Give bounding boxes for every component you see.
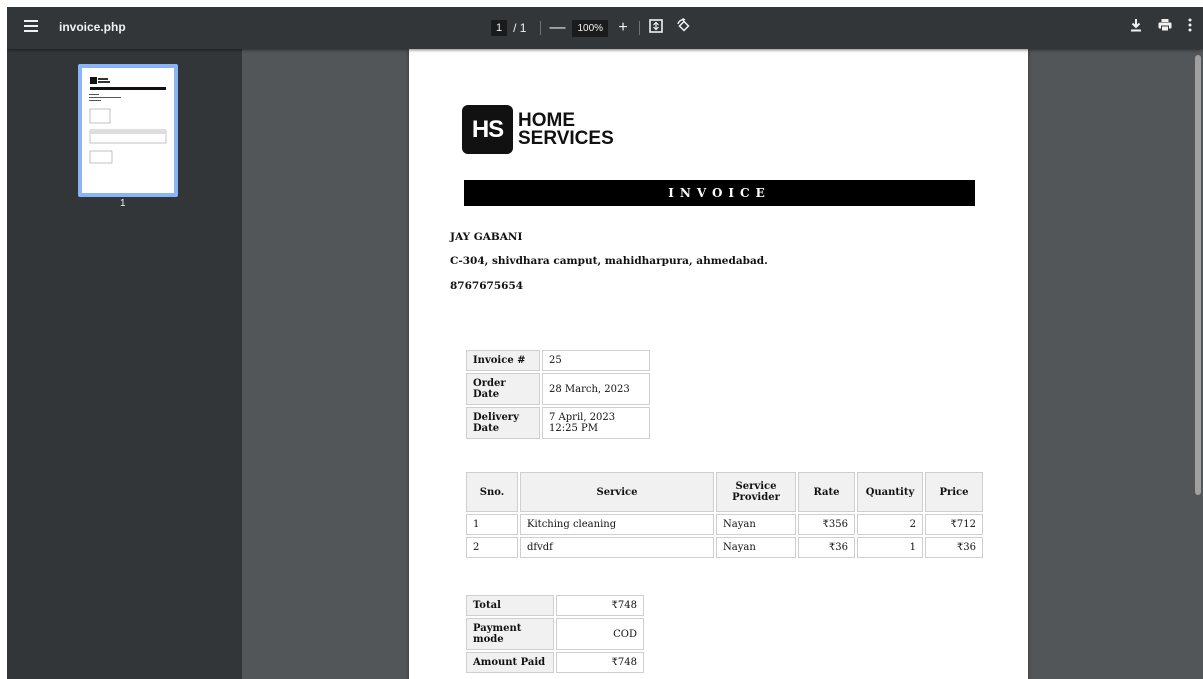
fit-page-icon[interactable] [648, 19, 664, 37]
invoice-meta-table: Invoice # 25 Order Date 28 March, 2023 D… [464, 348, 652, 441]
col-price: Price [925, 472, 983, 512]
delivery-date-value: 7 April, 2023 12:25 PM [542, 407, 650, 439]
table-row: Invoice # 25 [466, 350, 650, 371]
logo-wordmark: HOME SERVICES [518, 109, 614, 149]
invoice-heading: INVOICE [464, 180, 975, 206]
customer-name: JAY GABANI [450, 231, 523, 243]
cell-sno: 1 [466, 514, 518, 535]
cell-provider: Nayan [716, 514, 796, 535]
total-value: ₹748 [556, 595, 644, 616]
zoom-level-input[interactable]: 100% [572, 19, 609, 37]
cell-sno: 2 [466, 537, 518, 558]
payment-mode-value: COD [556, 618, 644, 650]
invoice-number-value: 25 [542, 350, 650, 371]
invoice-page: HS HOME SERVICES INVOICE JAY GABANI C-30… [409, 49, 1028, 679]
page-thumbnail[interactable] [78, 64, 178, 197]
page-total: / 1 [513, 21, 527, 35]
col-service: Service [520, 472, 714, 512]
menu-icon[interactable] [24, 20, 38, 32]
zoom-out-button[interactable]: — [549, 20, 565, 36]
col-sno: Sno. [466, 472, 518, 512]
table-row: Delivery Date 7 April, 2023 12:25 PM [466, 407, 650, 439]
logo-mark: HS [462, 105, 513, 154]
toolbar-divider [540, 21, 542, 35]
amount-paid-value: ₹748 [556, 652, 644, 673]
amount-paid-label: Amount Paid [466, 652, 554, 673]
download-icon[interactable] [1130, 18, 1142, 32]
thumbnail-page-number: 1 [120, 198, 126, 209]
invoice-number-label: Invoice # [466, 350, 540, 371]
page-number-input[interactable]: 1 [491, 20, 508, 36]
col-provider: Service Provider [716, 472, 796, 512]
cell-service: Kitching cleaning [520, 514, 714, 535]
toolbar-divider [639, 21, 641, 35]
order-date-value: 28 March, 2023 [542, 373, 650, 405]
logo-line-2: SERVICES [518, 127, 614, 149]
pdf-viewer: invoice.php 1 / 1 — 100% + 1 HS HOME SER… [7, 7, 1203, 679]
table-row: Total ₹748 [466, 595, 644, 616]
viewer-toolbar: invoice.php 1 / 1 — 100% + [7, 7, 1203, 49]
cell-provider: Nayan [716, 537, 796, 558]
toolbar-center-controls: 1 / 1 — 100% + [491, 17, 692, 38]
cell-quantity: 1 [857, 537, 923, 558]
scrollbar-thumb[interactable] [1195, 55, 1201, 495]
document-title: invoice.php [59, 20, 126, 34]
items-table: Sno. Service Service Provider Rate Quant… [464, 470, 985, 560]
totals-table: Total ₹748 Payment mode COD Amount Paid … [464, 593, 646, 675]
col-rate: Rate [798, 472, 855, 512]
thumbnail-sidebar: 1 [7, 49, 242, 679]
more-options-icon[interactable] [1188, 18, 1192, 32]
company-logo: HS HOME SERVICES [462, 105, 614, 154]
customer-address: C-304, shivdhara camput, mahidharpura, a… [450, 255, 768, 267]
table-header-row: Sno. Service Service Provider Rate Quant… [466, 472, 983, 512]
cell-rate: ₹356 [798, 514, 855, 535]
table-row: Order Date 28 March, 2023 [466, 373, 650, 405]
total-label: Total [466, 595, 554, 616]
payment-mode-label: Payment mode [466, 618, 554, 650]
vertical-scrollbar[interactable] [1194, 49, 1203, 679]
cell-rate: ₹36 [798, 537, 855, 558]
table-row: 1 Kitching cleaning Nayan ₹356 2 ₹712 [466, 514, 983, 535]
cell-quantity: 2 [857, 514, 923, 535]
print-icon[interactable] [1158, 18, 1172, 32]
logo-line-1: HOME [518, 109, 575, 131]
order-date-label: Order Date [466, 373, 540, 405]
rotate-icon[interactable] [676, 17, 692, 38]
zoom-in-button[interactable]: + [615, 20, 631, 36]
table-row: Amount Paid ₹748 [466, 652, 644, 673]
table-row: Payment mode COD [466, 618, 644, 650]
toolbar-right-actions [1130, 18, 1192, 32]
cell-service: dfvdf [520, 537, 714, 558]
cell-price: ₹712 [925, 514, 983, 535]
cell-price: ₹36 [925, 537, 983, 558]
delivery-date-label: Delivery Date [466, 407, 540, 439]
table-row: 2 dfvdf Nayan ₹36 1 ₹36 [466, 537, 983, 558]
customer-phone: 8767675654 [450, 280, 524, 292]
col-quantity: Quantity [857, 472, 923, 512]
